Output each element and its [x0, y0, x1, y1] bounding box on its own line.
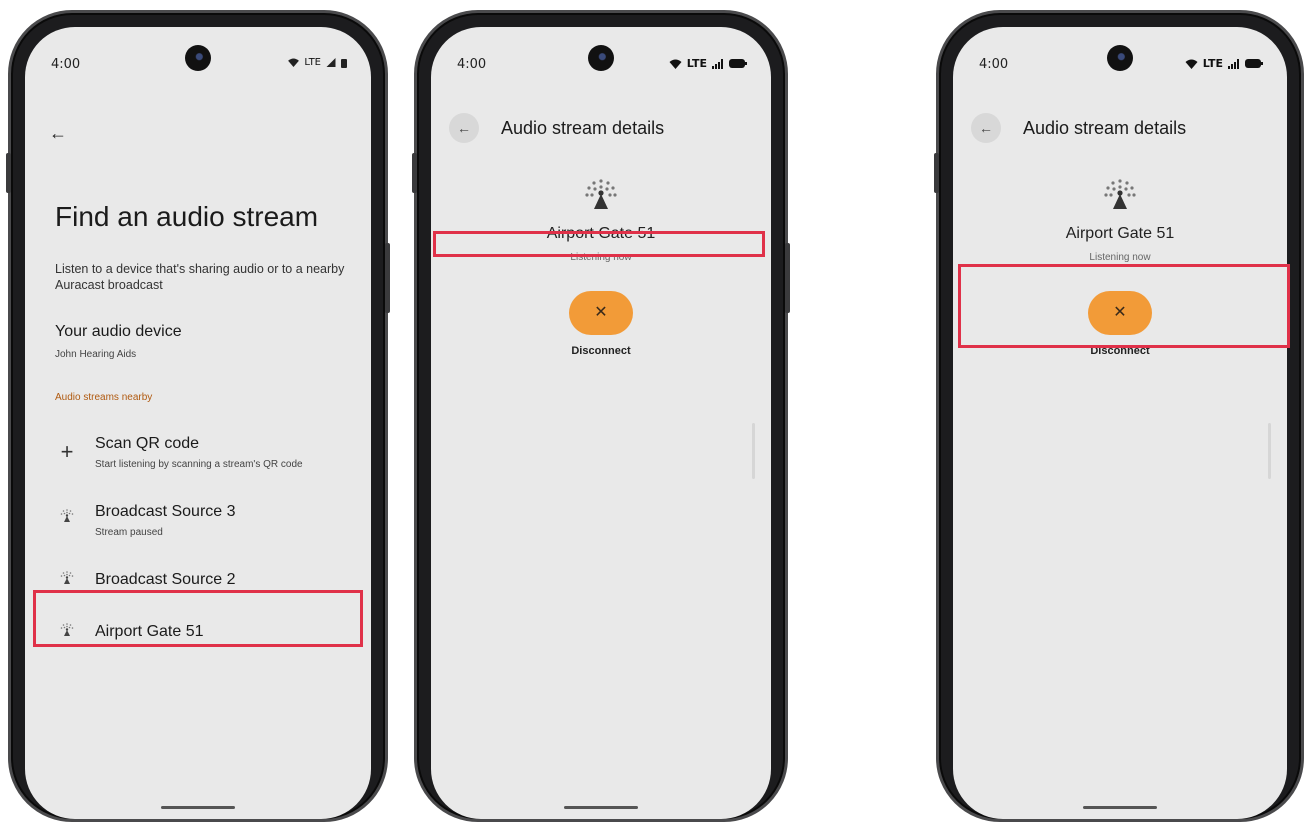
- status-time: 4:00: [51, 57, 81, 72]
- battery-icon: [341, 58, 347, 68]
- status-bar: 4:00 LTE: [953, 27, 1287, 91]
- back-button[interactable]: ←: [971, 113, 1001, 143]
- list-item-sublabel: Stream paused: [95, 527, 163, 538]
- phone-frame-1: 4:00 LTE ← Find an audio stream Listen t…: [6, 10, 390, 822]
- wifi-icon: [669, 59, 682, 69]
- battery-icon: [729, 59, 747, 68]
- screen-find-audio-stream: 4:00 LTE ← Find an audio stream Listen t…: [25, 27, 371, 819]
- list-item-sublabel: Start listening by scanning a stream's Q…: [95, 459, 303, 470]
- side-button: [412, 153, 417, 193]
- home-indicator: [564, 806, 638, 809]
- phone-frame-3: 4:00 LTE ← Audio stream details Airport …: [934, 10, 1304, 822]
- page-title: Find an audio stream: [55, 201, 319, 232]
- camera-icon: [185, 45, 211, 71]
- signal-icon: [326, 58, 336, 67]
- battery-icon: [1245, 59, 1263, 68]
- page-title: Audio stream details: [501, 118, 665, 138]
- scrollbar: [752, 423, 755, 479]
- network-label: LTE: [686, 57, 707, 70]
- home-indicator: [1083, 806, 1157, 809]
- plus-icon: +: [60, 439, 74, 464]
- highlight-disconnect: [958, 264, 1290, 348]
- list-item-label: Broadcast Source 2: [95, 571, 236, 588]
- status-bar: 4:00 LTE: [431, 27, 771, 91]
- scrollbar: [1268, 423, 1271, 479]
- camera-icon: [1107, 45, 1133, 71]
- stream-name: Airport Gate 51: [1065, 225, 1175, 242]
- audio-device-name: John Hearing Aids: [55, 349, 137, 360]
- screen-audio-stream-details: 4:00 LTE ← Audio stream details Airport …: [431, 27, 771, 819]
- signal-icon: [1228, 58, 1239, 69]
- status-bar: 4:00 LTE: [25, 27, 371, 91]
- list-item-label: Broadcast Source 3: [95, 503, 236, 520]
- side-button: [934, 153, 939, 193]
- home-indicator: [161, 806, 235, 809]
- side-button: [6, 153, 11, 193]
- list-item-label: Scan QR code: [95, 435, 200, 452]
- status-time: 4:00: [979, 57, 1009, 72]
- list-item-broadcast-source-3[interactable]: Broadcast Source 3 Stream paused: [25, 503, 371, 549]
- broadcast-icon: [1104, 179, 1136, 209]
- camera-icon: [588, 45, 614, 71]
- signal-icon: [712, 58, 723, 69]
- section-header-streams-nearby: Audio streams nearby: [55, 392, 153, 403]
- highlight-airport-gate-51: [33, 590, 363, 647]
- back-button[interactable]: ←: [449, 113, 479, 143]
- broadcast-icon: [585, 179, 617, 209]
- broadcast-icon: [55, 507, 79, 530]
- network-label: LTE: [1202, 57, 1223, 70]
- page-title: Audio stream details: [1023, 118, 1187, 138]
- back-arrow-icon[interactable]: ←: [49, 123, 67, 144]
- status-icons: LTE: [1185, 57, 1263, 70]
- network-label: LTE: [304, 57, 321, 68]
- disconnect-button[interactable]: ✕: [569, 291, 633, 335]
- phone-frame-2: 4:00 LTE ← Audio stream details Airport …: [412, 10, 790, 822]
- screen-audio-stream-details: 4:00 LTE ← Audio stream details Airport …: [953, 27, 1287, 819]
- status-icons: LTE: [669, 57, 747, 70]
- audio-device-title[interactable]: Your audio device: [55, 323, 182, 341]
- disconnect-label: Disconnect: [571, 345, 631, 357]
- broadcast-icon: [55, 569, 79, 592]
- wifi-icon: [1185, 59, 1198, 69]
- close-icon: ✕: [594, 304, 608, 321]
- side-button: [785, 243, 790, 313]
- stream-status: Listening now: [1089, 252, 1151, 263]
- page-description: Listen to a device that's sharing audio …: [55, 262, 345, 292]
- list-item-scan-qr[interactable]: + Scan QR code Start listening by scanni…: [25, 435, 371, 481]
- status-time: 4:00: [457, 57, 487, 72]
- wifi-icon: [288, 58, 300, 67]
- side-button: [385, 243, 390, 313]
- status-icons: LTE: [288, 57, 347, 68]
- highlight-listening-now: [433, 231, 765, 257]
